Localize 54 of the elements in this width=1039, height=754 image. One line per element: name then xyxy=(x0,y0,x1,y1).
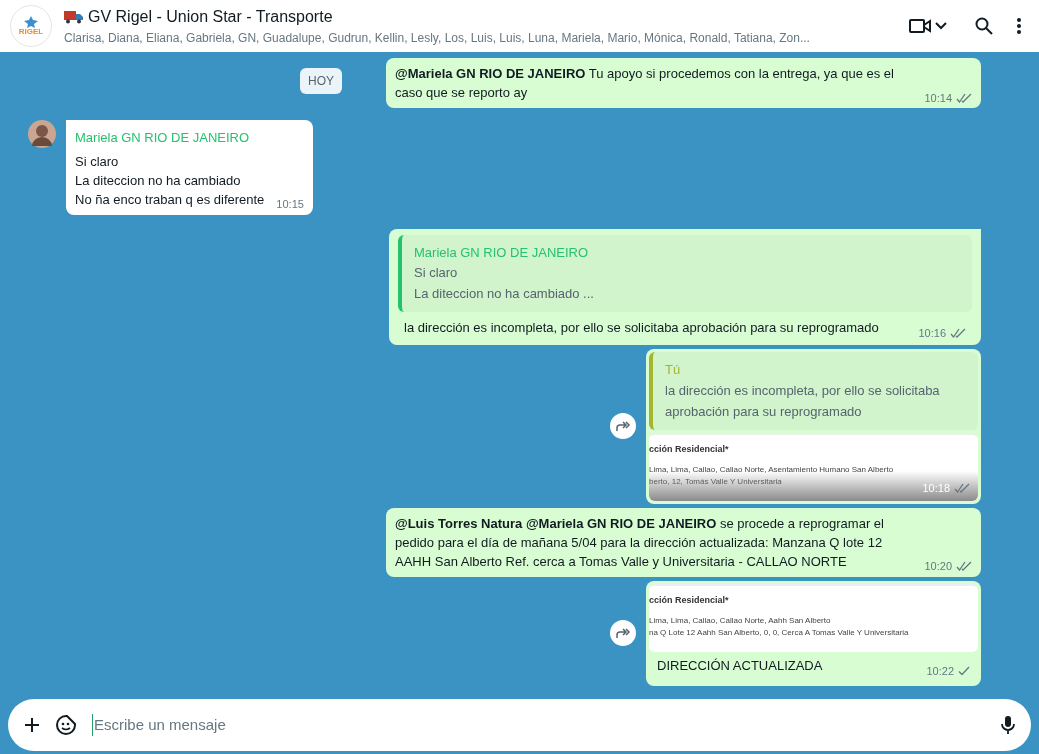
message-input[interactable]: Escribe un mensaje xyxy=(92,713,985,737)
document-screenshot[interactable]: cción Residencial* Lima, Lima, Callao, Callao Norte, Aahh San Alberto na Q Lote 12 Aahh San Alberto, 0, 0, Cerca A Tomas Valle Y Universitaria xyxy=(649,583,978,652)
message-text: @Mariela GN RIO DE JANEIRO Tu apoyo si procedemos con la entrega, ya que es el caso que se reporto ay xyxy=(395,65,895,102)
sticker-icon xyxy=(56,715,76,735)
message-time: 10:18 xyxy=(922,481,950,496)
double-check-icon xyxy=(956,561,972,572)
video-camera-icon xyxy=(909,18,931,34)
image-caption: DIRECCIÓN ACTUALIZADA xyxy=(657,656,824,675)
chevron-down-icon xyxy=(935,22,947,30)
quoted-message[interactable]: Tú la dirección es incompleta, por ello se solicitaba aprobación para su reprogramado xyxy=(649,352,978,430)
menu-icon xyxy=(1017,18,1021,34)
forward-button[interactable] xyxy=(610,620,636,647)
message-time: 10:20 xyxy=(924,559,952,574)
plus-icon xyxy=(24,717,40,733)
quoted-text: Si claro La diteccion no ha cambiado ... xyxy=(414,264,595,303)
truck-icon xyxy=(64,10,84,24)
forward-icon xyxy=(615,420,631,433)
group-members: Clarisa, Diana, Eliana, Gabriela, GN, Guadalupe, Gudrun, Kellin, Lesly, Los, Luis, Luis, Luna, Mariela, Mario, Mónica, Ronald, Tatiana, Zon... xyxy=(64,30,811,47)
message-time: 10:15 xyxy=(276,197,304,212)
microphone-icon xyxy=(1001,715,1015,735)
star-icon xyxy=(24,16,38,28)
double-check-icon xyxy=(950,327,966,338)
quoted-author: Tú xyxy=(665,361,682,379)
menu-button[interactable] xyxy=(1017,18,1021,34)
document-heading: cción Residencial* xyxy=(649,593,730,607)
message-time: 10:22 xyxy=(926,663,954,679)
quoted-message[interactable]: Mariela GN RIO DE JANEIRO Si claro La diteccion no ha cambiado ... xyxy=(398,234,972,312)
microphone-button[interactable] xyxy=(1001,715,1015,735)
forward-button[interactable] xyxy=(610,413,636,440)
chat-title: GV Rigel - Union Star - Transporte xyxy=(88,7,333,27)
quoted-author: Mariela GN RIO DE JANEIRO xyxy=(414,243,590,262)
message-text: @Luis Torres Natura @Mariela GN RIO DE JANEIRO se procede a reprogramar el pedido para el día de mañana 5/04 para la dirección actualizada: Manzana Q lote 12 AAHH San Alberto Ref. cerca a Tomas Valle y Universitaria - CALLAO NORTE xyxy=(395,514,885,571)
message-text: la dirección es incompleta, por ello se solicitaba aprobación para su reprogramado xyxy=(404,319,880,337)
attach-button[interactable] xyxy=(24,717,40,733)
message-time: 10:16 xyxy=(918,325,946,341)
sticker-button[interactable] xyxy=(56,715,76,735)
double-check-icon xyxy=(956,92,972,103)
document-line: na Q Lote 12 Aahh San Alberto, 0, 0, Cerca A Tomas Valle Y Universitaria xyxy=(649,627,910,639)
search-button[interactable] xyxy=(975,17,993,35)
forward-icon xyxy=(615,627,631,640)
avatar[interactable] xyxy=(28,120,56,148)
double-check-icon xyxy=(954,483,970,494)
message-field[interactable]: Escribe un mensaje xyxy=(8,699,1031,751)
quoted-text: la dirección es incompleta, por ello se solicitaba aprobación para su reprogramado xyxy=(665,381,941,421)
message-text: Si claro La diteccion no ha cambiado No ña enco traban q es diferente xyxy=(75,152,265,209)
document-line: Lima, Lima, Callao, Callao Norte, Aahh San Alberto xyxy=(649,615,832,627)
search-icon xyxy=(975,17,993,35)
check-icon xyxy=(958,665,970,676)
document-heading: cción Residencial* xyxy=(649,442,730,456)
video-call-button[interactable] xyxy=(909,18,947,34)
document-line: Lima, Lima, Callao, Callao Norte, Asentamiento Humano San Alberto xyxy=(649,464,895,476)
date-chip: HOY xyxy=(300,68,342,94)
message-time: 10:14 xyxy=(924,90,952,106)
logo-text: RIGEL xyxy=(18,28,44,36)
